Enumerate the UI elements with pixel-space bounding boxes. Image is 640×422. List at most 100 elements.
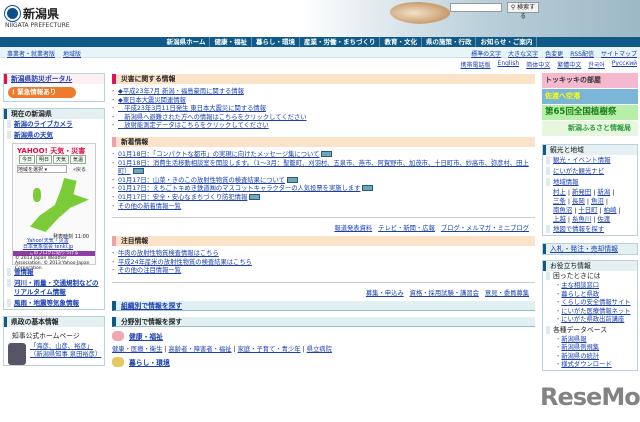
disaster-list: ◆平成23年7月 新潟・福島豪雨に関する情報 ◆東日本大震災関連情報 平成23年… <box>110 88 535 131</box>
bid-link[interactable]: 入札・発注・売却情報 <box>550 245 618 253</box>
subnav-link[interactable]: 色変更 <box>545 49 563 58</box>
living-category-link[interactable]: 暮らし・環境 <box>129 357 170 367</box>
city-link[interactable]: 南魚沼 <box>553 206 572 214</box>
apply-link[interactable]: 募集・申込み <box>366 288 404 297</box>
sado-banner[interactable]: 佐渡へ空港 <box>542 89 638 104</box>
list-item[interactable]: 新潟県報 <box>561 336 586 343</box>
list-item[interactable]: 暮らしと県政 <box>561 291 599 298</box>
tourism-event-link[interactable]: 観光・イベント情報 <box>543 155 637 166</box>
bousai-portal-link[interactable]: 新潟県防災ポータル <box>11 75 72 83</box>
exam-link[interactable]: 資格・採用試験・講習会 <box>410 288 479 297</box>
region-select[interactable]: 地域を選択 ▾ <box>17 165 67 173</box>
city-link[interactable]: 新発田 <box>572 188 591 196</box>
org-search-link[interactable]: 組織別で情報を探す <box>121 302 182 310</box>
list-item[interactable]: 様式ダウンロード <box>561 361 611 368</box>
subnav-link[interactable]: 事業者・就業者版 <box>7 49 55 58</box>
opinion-link[interactable]: 意見・委員募集 <box>485 288 529 297</box>
header: 新潟県 NIIGATA PREFECTURE ⚲ 検索する <box>0 0 640 37</box>
lang-link[interactable]: 简体中文 <box>526 60 550 69</box>
city-link[interactable]: 長岡 <box>572 197 585 205</box>
lang-link[interactable]: 한국어 <box>588 60 605 69</box>
list-item[interactable]: にいがた県政出前講座 <box>561 316 624 323</box>
list-item[interactable]: 01月18日：消費生活移動相談室を開設します。（1～3月：聖籠町、刈羽村、五泉市… <box>118 160 529 176</box>
lang-link[interactable]: 繁體中文 <box>557 60 581 69</box>
nav-item[interactable]: 暮らし・環境 <box>252 37 300 47</box>
sublink[interactable]: 高齢者・障害者・福祉 <box>169 346 232 353</box>
site-logo[interactable]: 新潟県 NIIGATA PREFECTURE <box>5 5 70 29</box>
weather-tab[interactable]: 天気 <box>53 155 70 164</box>
sublink[interactable]: 家庭・子育て・青少年 <box>238 346 301 353</box>
list-item[interactable]: 01月18日：「コンパクトな都市」の実現に向けたメッセージ集について <box>118 151 319 158</box>
list-item[interactable]: 新潟県例規集 <box>561 344 599 351</box>
map-search-link[interactable]: 地図で情報を探す <box>543 224 637 235</box>
river-link[interactable]: 河川・雨量・交通規制などのリアルタイム情報 <box>4 278 104 298</box>
weather-tab[interactable]: 今日 <box>19 155 36 164</box>
nav-item[interactable]: 教育・文化 <box>380 37 422 47</box>
lang-link[interactable]: 携帯電話版 <box>461 60 491 69</box>
search-button[interactable]: ⚲ 検索する <box>507 2 539 20</box>
basic-info-box: 県政の基本情報 知事公式ホームページ 「海彦、山彦、裕彦」（新潟県知事 泉田裕彦… <box>3 316 105 366</box>
list-item[interactable]: 平成23年3月11日発生 東日本大震災に関する情報 <box>118 105 266 112</box>
snow-link[interactable]: 雪情報 <box>4 267 104 278</box>
city-link[interactable]: 糸魚川 <box>572 215 591 223</box>
weather-tab[interactable]: 明日 <box>36 155 53 164</box>
city-link[interactable]: 新潟 <box>597 188 610 196</box>
list-item[interactable]: 平成24年産米の放射性物質の検査結果はこちら <box>118 259 252 266</box>
nav-item[interactable]: 新潟県ホーム <box>163 37 211 47</box>
list-item[interactable]: 新潟県へ避難された方への情報はこちらをクリックしてください <box>118 114 306 121</box>
niigata-map[interactable] <box>30 178 89 232</box>
nav-item[interactable]: 健康・福祉 <box>210 37 252 47</box>
city-link[interactable]: 上越 <box>553 215 566 223</box>
emergency-button[interactable]: ! 緊急情報あり <box>8 87 76 98</box>
city-link[interactable]: 村上 <box>553 188 566 196</box>
list-item[interactable]: 01月17日：えちごトキめき鉄道㈱のマスコットキャラクターの人気投票を実施します <box>118 185 360 192</box>
weather-alert-link[interactable]: 風雨・地震等気象情報 <box>4 298 104 309</box>
live-camera-link[interactable]: 新潟のライブカメラ <box>4 119 104 130</box>
sublink[interactable]: 健康・医療・衛生 <box>112 346 162 353</box>
list-item[interactable]: その他の注目情報一覧 <box>118 267 181 274</box>
city-link[interactable]: 魚沼 <box>591 197 604 205</box>
subnav-link[interactable]: 地域版 <box>63 49 81 58</box>
list-item[interactable]: 放射能測定データはこちらをクリックしてください <box>118 122 268 129</box>
kanko-navi-link[interactable]: にいがた観光ナビ <box>543 166 637 177</box>
city-link[interactable]: 佐渡 <box>597 215 610 223</box>
basic-info-title: 県政の基本情報 <box>4 317 104 327</box>
list-item[interactable]: にいがた医療情報ネット <box>561 308 630 315</box>
tenki-link[interactable]: 日本気象協会 tenki.jp <box>23 244 73 250</box>
furusato-banner[interactable]: 新潟ふるさと情報局 <box>542 121 638 136</box>
more-news-link[interactable]: その他の新着情報一覧 <box>118 203 181 210</box>
region-info-link[interactable]: 地域情報 <box>543 177 637 188</box>
blog-link[interactable]: ブログ・メルマガ・ミニブログ <box>441 223 529 232</box>
list-item[interactable]: ◆平成23年7月 新潟・福島豪雨に関する情報 <box>118 88 244 95</box>
list-item[interactable]: ◆東日本大震災関連情報 <box>118 97 186 104</box>
list-item[interactable]: 01月17日：山菜・きのこの放射性物質の検査結果について <box>118 177 285 184</box>
shokujusai-banner[interactable]: 第65回全国植樹祭 <box>542 105 638 120</box>
subnav-link[interactable]: 標準の文字 <box>471 49 501 58</box>
governor-link[interactable]: 「海彦、山彦、裕彦」（新潟県知事 泉田裕彦） <box>30 343 101 365</box>
media-link[interactable]: テレビ・新聞・広報 <box>378 223 435 232</box>
list-item[interactable]: 01月17日：安全・安心なまちづくり防犯情報 <box>118 194 247 201</box>
weather-link[interactable]: 新潟県の天気 <box>4 130 104 141</box>
search-input[interactable] <box>450 3 502 12</box>
list-item[interactable]: くらしの安全情報サイト <box>561 299 630 306</box>
press-link[interactable]: 報道発表資料 <box>334 223 372 232</box>
health-category-link[interactable]: 健康・福祉 <box>129 331 163 341</box>
weather-tab[interactable]: 気温 <box>70 155 87 164</box>
city-link[interactable]: 十日町 <box>578 206 597 214</box>
list-item[interactable]: 牛肉の放射性物質検査情報はこちら <box>118 250 219 257</box>
list-item[interactable]: 新潟県の統計 <box>561 353 599 360</box>
nav-item[interactable]: 県の施策・行政 <box>422 37 477 47</box>
subnav-link[interactable]: サイトマップ <box>601 49 637 58</box>
city-link[interactable]: 柏崎 <box>604 206 617 214</box>
list-item[interactable]: 主な相談窓口 <box>561 282 599 289</box>
subnav-link[interactable]: 大きな文字 <box>508 49 538 58</box>
subnav-link[interactable]: RSS配信 <box>570 49 594 58</box>
nav-item[interactable]: お知らせ・ご案内 <box>476 37 538 47</box>
lang-link[interactable]: English <box>498 60 520 69</box>
tokikki-banner[interactable]: トッキッキの部屋 <box>542 73 638 88</box>
nav-item[interactable]: 産業・労働・まちづくり <box>300 37 381 47</box>
sublink[interactable]: 県立病院 <box>307 346 332 353</box>
back-link[interactable]: «戻る <box>73 166 86 173</box>
lang-link[interactable]: Русский <box>612 60 637 69</box>
city-link[interactable]: 三条 <box>553 197 566 205</box>
